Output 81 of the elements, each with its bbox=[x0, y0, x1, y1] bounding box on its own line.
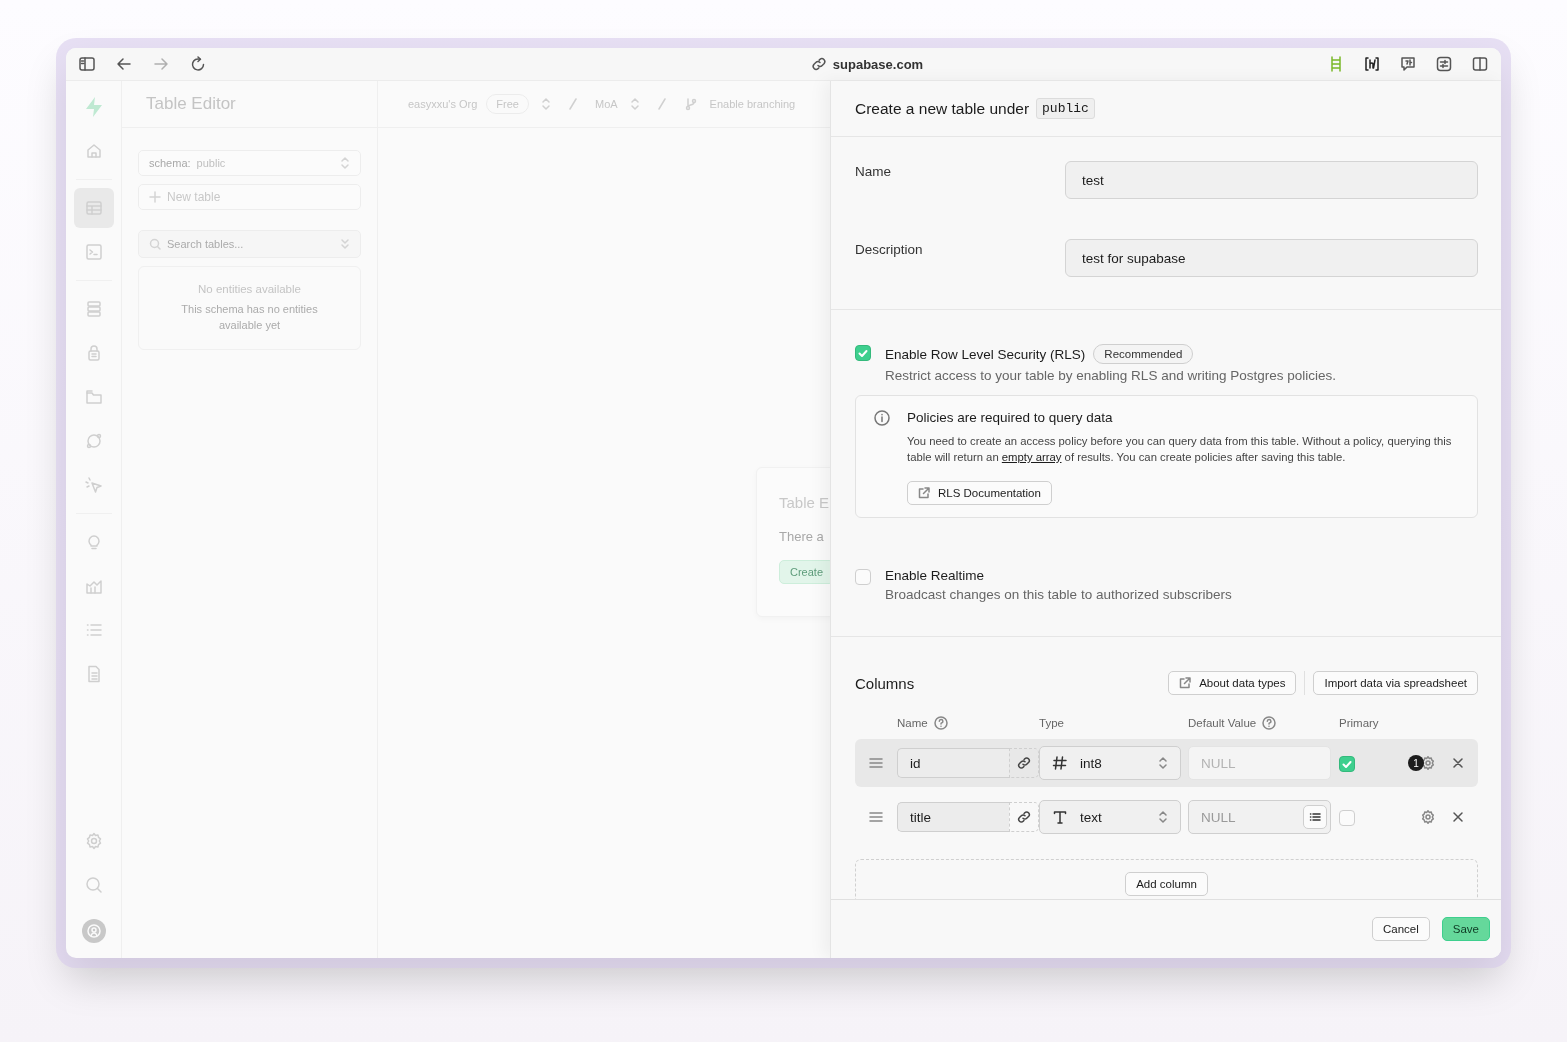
section-title: Columns bbox=[855, 674, 915, 692]
external-link-icon bbox=[1179, 677, 1192, 689]
drag-handle-icon[interactable] bbox=[869, 811, 883, 823]
schema-tag: public bbox=[1036, 98, 1095, 119]
chevrons-down-icon bbox=[340, 238, 350, 250]
speech-bubble-icon[interactable] bbox=[1399, 55, 1417, 73]
hash-icon bbox=[1052, 755, 1068, 771]
add-column-button[interactable]: Add column bbox=[1125, 872, 1208, 896]
checkbox[interactable] bbox=[855, 345, 871, 361]
option-description: Restrict access to your table by enabling RLS and writing Postgres policies. bbox=[885, 368, 1336, 383]
option-label: Enable Realtime bbox=[885, 568, 985, 583]
cursor-click-icon[interactable] bbox=[83, 475, 104, 495]
table-icon bbox=[83, 198, 104, 218]
suggestions-button[interactable] bbox=[1303, 805, 1327, 829]
column-header: Primary bbox=[1339, 717, 1379, 729]
card-text: There a bbox=[779, 529, 824, 544]
type-select[interactable]: int8 bbox=[1039, 746, 1181, 780]
primary-checkbox[interactable] bbox=[1339, 755, 1355, 772]
nav-item[interactable] bbox=[73, 188, 114, 228]
column-header: Default Value bbox=[1188, 717, 1257, 729]
plus-icon bbox=[149, 191, 161, 203]
help-icon bbox=[933, 716, 948, 730]
chevron-updown-icon[interactable] bbox=[629, 97, 640, 111]
person-silhouette-icon bbox=[85, 923, 102, 939]
about-data-types-button[interactable]: About data types bbox=[1168, 671, 1297, 695]
split-view-icon[interactable] bbox=[1471, 55, 1489, 73]
chevron-updown-icon[interactable] bbox=[541, 97, 551, 111]
sliders-icon[interactable] bbox=[1435, 55, 1453, 73]
column-header: Name bbox=[897, 717, 928, 729]
list-icon bbox=[1309, 811, 1321, 823]
chevron-updown-icon bbox=[340, 157, 350, 169]
reload-icon[interactable] bbox=[189, 55, 207, 73]
recommended-badge: Recommended bbox=[1093, 344, 1194, 364]
search-icon[interactable] bbox=[83, 875, 104, 895]
external-link-icon bbox=[918, 487, 930, 499]
back-arrow-icon[interactable] bbox=[115, 55, 133, 73]
field-label: Name bbox=[855, 163, 892, 179]
column-header: Type bbox=[1039, 717, 1064, 729]
inline-link[interactable]: empty array bbox=[1001, 451, 1062, 463]
alert-text: You need to create an access policy before you can query data from this table. Without a policy, querying this table will return an empty array of results. You can create policies after saving this table. bbox=[907, 434, 1453, 465]
help-icon bbox=[1262, 716, 1277, 730]
bracket-icon[interactable] bbox=[1363, 55, 1381, 73]
option-description: Broadcast changes on this table to authorized subscribers bbox=[885, 587, 1232, 602]
link-icon bbox=[1017, 810, 1031, 824]
text-input[interactable]: test for supabase bbox=[1065, 239, 1478, 277]
chevron-updown-icon bbox=[1158, 810, 1168, 824]
column-name-input[interactable]: title bbox=[897, 802, 1009, 832]
drag-handle-icon[interactable] bbox=[869, 757, 883, 769]
folder-icon[interactable] bbox=[83, 387, 104, 407]
alert-title: Policies are required to query data bbox=[907, 410, 1114, 425]
slash-icon bbox=[569, 97, 577, 111]
link-icon bbox=[1017, 756, 1031, 770]
cancel-button[interactable]: Cancel bbox=[1371, 917, 1430, 941]
link-icon bbox=[810, 56, 827, 72]
sidebar-toggle-icon[interactable] bbox=[78, 55, 96, 73]
type-select[interactable]: text bbox=[1039, 800, 1181, 834]
branch-icon bbox=[683, 97, 698, 111]
checkmark-icon bbox=[857, 347, 869, 359]
address-text[interactable]: supabase.com bbox=[832, 56, 924, 72]
empty-description: This schema has no entities available yet bbox=[180, 302, 319, 333]
close-icon[interactable] bbox=[1452, 811, 1464, 823]
documentation-button[interactable]: RLS Documentation bbox=[907, 481, 1052, 505]
field-label: Description bbox=[855, 241, 924, 257]
forward-arrow-icon[interactable] bbox=[152, 55, 170, 73]
terminal-icon[interactable] bbox=[83, 242, 104, 262]
chevron-updown-icon bbox=[1158, 756, 1168, 770]
avatar[interactable] bbox=[81, 919, 106, 943]
text-input[interactable]: test bbox=[1065, 161, 1478, 199]
panel-title: Create a new table under bbox=[855, 99, 1030, 118]
slash-icon bbox=[657, 97, 666, 111]
close-icon[interactable] bbox=[1452, 757, 1464, 769]
search-icon bbox=[149, 238, 161, 250]
primary-checkbox[interactable] bbox=[1339, 809, 1355, 826]
letter-t-icon bbox=[1052, 809, 1068, 825]
count-badge: 1 bbox=[1408, 755, 1424, 771]
import-spreadsheet-button[interactable]: Import data via spreadsheet bbox=[1313, 671, 1478, 695]
column-name-input[interactable]: id bbox=[897, 748, 1009, 778]
save-button[interactable]: Save bbox=[1441, 917, 1490, 941]
option-label: Enable Row Level Security (RLS) bbox=[885, 346, 1086, 362]
checkbox[interactable] bbox=[855, 569, 871, 585]
info-icon bbox=[873, 409, 891, 427]
